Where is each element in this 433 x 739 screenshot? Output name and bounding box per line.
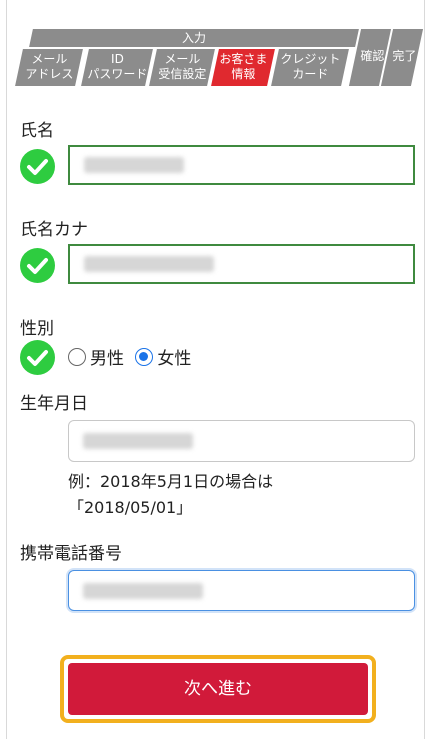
progress-stepper: 入力 メール アドレス ID パスワード メール 受信設定 お客さま 情報 クレジットカ… [15,29,424,87]
name-valid-check-icon [20,149,55,184]
mobile-phone-input[interactable] [68,570,415,611]
gender-label: 性別 [20,319,54,339]
gender-female-label[interactable]: 女性 [157,349,191,369]
mobile-value-redacted [83,583,203,599]
name-input[interactable] [68,145,415,185]
name-label: 氏名 [20,121,54,141]
gender-male-label[interactable]: 男性 [90,349,124,369]
page-frame [6,0,425,739]
birthdate-hint-line1: 例：2018年5月1日の場合は [68,472,274,491]
name-kana-input[interactable] [68,244,415,284]
name-kana-value-redacted [84,256,214,272]
step-group-label: 入力 [181,31,206,45]
name-kana-valid-check-icon [20,248,55,283]
gender-female-radio[interactable] [135,347,154,366]
next-button[interactable]: 次へ進む [68,663,368,715]
step-group-input: 入力 [29,29,359,47]
step-customer-info: お客さま 情報 [211,49,275,86]
birthdate-label: 生年月日 [20,394,88,414]
name-value-redacted [84,157,184,173]
gender-male-radio[interactable] [68,347,86,366]
birthdate-input[interactable] [68,420,415,462]
step-email-address: メール アドレス [15,49,83,86]
step-id-password: ID パスワード [81,49,153,86]
next-button-focus-ring: 次へ進む [60,655,376,723]
step-credit-card: クレジット カード [271,49,349,86]
step-mail-settings: メール 受信設定 [149,49,215,86]
birthdate-format-hint: 例：2018年5月1日の場合は 「2018/05/01」 [68,469,273,521]
birthdate-value-redacted [83,433,193,449]
birthdate-hint-line2: 「2018/05/01」 [68,498,193,517]
gender-radio-group: 男性 女性 [68,344,197,369]
mobile-label: 携帯電話番号 [20,544,122,564]
name-kana-label: 氏名カナ [20,220,88,240]
gender-valid-check-icon [20,340,55,375]
